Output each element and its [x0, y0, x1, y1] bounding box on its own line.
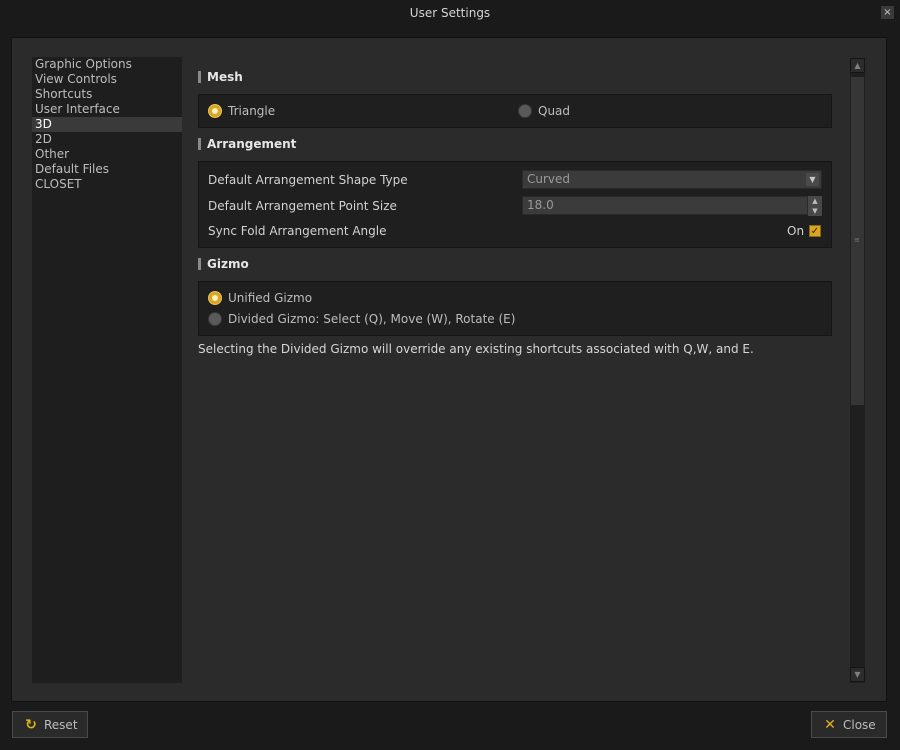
- sidebar-item-user-interface[interactable]: User Interface: [32, 102, 182, 117]
- sidebar-item-3d[interactable]: 3D: [32, 117, 182, 132]
- arrangement-section-heading: Arrangement: [198, 136, 296, 152]
- mesh-section-heading: Mesh: [198, 69, 243, 85]
- sidebar-item-default-files[interactable]: Default Files: [32, 162, 182, 177]
- sync-fold-checkbox[interactable]: ✓: [809, 225, 821, 237]
- settings-sidebar: Graphic Options View Controls Shortcuts …: [32, 57, 182, 683]
- vertical-scrollbar[interactable]: ▲ ≡ ▼: [850, 58, 865, 683]
- refresh-icon: ↻: [25, 717, 37, 733]
- sidebar-item-other[interactable]: Other: [32, 147, 182, 162]
- mesh-triangle-radio[interactable]: [208, 104, 222, 118]
- shape-type-dropdown[interactable]: Curved ▼: [522, 170, 822, 189]
- unified-gizmo-radio[interactable]: [208, 291, 222, 305]
- scrollbar-thumb[interactable]: ≡: [851, 77, 864, 405]
- gizmo-group: [198, 281, 832, 336]
- grip-icon: ≡: [854, 236, 860, 244]
- chevron-down-icon[interactable]: ▼: [806, 173, 819, 186]
- close-button[interactable]: ✕ Close: [811, 711, 887, 738]
- mesh-quad-label[interactable]: Quad: [538, 104, 570, 118]
- sidebar-item-shortcuts[interactable]: Shortcuts: [32, 87, 182, 102]
- gizmo-note: Selecting the Divided Gizmo will overrid…: [198, 342, 754, 356]
- scroll-up-button[interactable]: ▲: [850, 58, 865, 73]
- sidebar-item-2d[interactable]: 2D: [32, 132, 182, 147]
- reset-button-label: Reset: [44, 718, 78, 732]
- close-button-label: Close: [843, 718, 876, 732]
- point-size-label: Default Arrangement Point Size: [208, 199, 397, 213]
- point-size-decrement-button[interactable]: ▼: [808, 206, 822, 216]
- sidebar-item-graphic-options[interactable]: Graphic Options: [32, 57, 182, 72]
- mesh-quad-radio[interactable]: [518, 104, 532, 118]
- reset-button[interactable]: ↻ Reset: [12, 711, 88, 738]
- divided-gizmo-radio[interactable]: [208, 312, 222, 326]
- sidebar-item-view-controls[interactable]: View Controls: [32, 72, 182, 87]
- unified-gizmo-label[interactable]: Unified Gizmo: [228, 291, 312, 305]
- window-close-button[interactable]: ×: [881, 6, 894, 19]
- shape-type-value: Curved: [527, 172, 571, 186]
- title-bar: User Settings ×: [0, 0, 900, 26]
- scroll-down-button[interactable]: ▼: [850, 667, 865, 682]
- sync-fold-state-text: On: [787, 224, 805, 238]
- point-size-input[interactable]: 18.0: [522, 196, 808, 215]
- sync-fold-label: Sync Fold Arrangement Angle: [208, 224, 387, 238]
- mesh-group: [198, 94, 832, 128]
- divided-gizmo-label[interactable]: Divided Gizmo: Select (Q), Move (W), Rot…: [228, 312, 515, 326]
- point-size-increment-button[interactable]: ▲: [808, 196, 822, 206]
- window-title: User Settings: [409, 6, 491, 20]
- mesh-triangle-label[interactable]: Triangle: [228, 104, 275, 118]
- close-icon: ✕: [824, 717, 836, 733]
- gizmo-section-heading: Gizmo: [198, 256, 249, 272]
- sidebar-item-closet[interactable]: CLOSET: [32, 177, 182, 192]
- shape-type-label: Default Arrangement Shape Type: [208, 173, 408, 187]
- point-size-value: 18.0: [527, 198, 554, 212]
